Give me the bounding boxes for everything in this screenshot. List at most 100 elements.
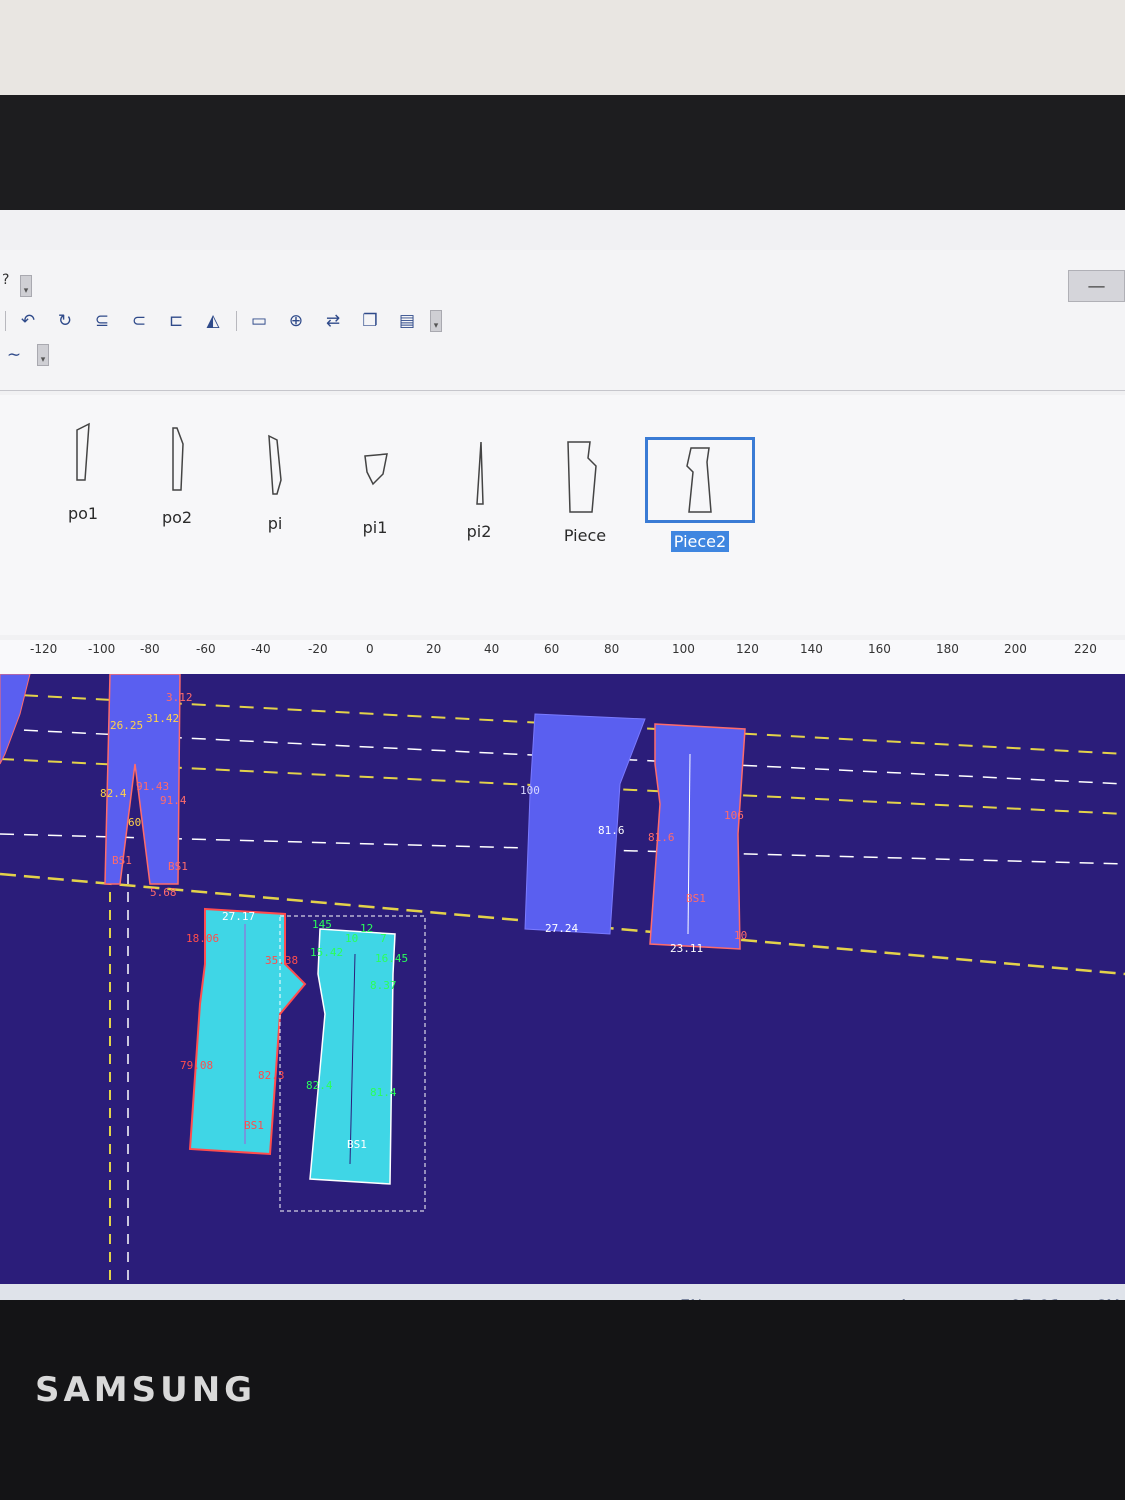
measure-label: BS1 [244,1119,264,1132]
piece-thumbnail [530,437,640,517]
align-left-icon[interactable]: ⊆ [88,308,116,334]
ruler-tick: 60 [544,642,560,656]
ruler-tick: -20 [308,642,328,656]
measure-label: 60 [128,816,141,829]
piece-pi[interactable]: pi [220,425,330,534]
measure-label: 82.3 [258,1069,285,1082]
rotate-cw-icon[interactable]: ↻ [51,308,79,334]
measure-label: 82.4 [306,1079,333,1092]
canvas-drawing: 27.17 18.06 35.38 79.08 82.3 BS1 145 12 … [0,674,1125,1284]
piece-strip: po1 po2 pi pi1 pi2 Piece Piece2 [0,395,1125,635]
measure-label: BS1 [112,854,132,867]
measure-label: 7 [380,932,387,945]
measure-label: 15.42 [310,946,343,959]
swap-icon[interactable]: ⇄ [319,308,347,334]
rotate-ccw-icon[interactable]: ↶ [14,308,42,334]
measure-label: 91.4 [160,794,187,807]
measure-label: 35.38 [265,954,298,967]
ruler-tick: 140 [800,642,823,656]
grade-icon[interactable]: ⊏ [162,308,190,334]
measure-label: 27.17 [222,910,255,923]
pattern-piece [188,907,307,1156]
minimize-button[interactable]: — [1068,270,1125,302]
piece-shape-icon [686,447,712,513]
measure-label: 16.45 [375,952,408,965]
copy-piece-icon[interactable]: ❐ [356,308,384,334]
measure-label: 10 [734,929,747,942]
measure-label: 31.42 [146,712,179,725]
ruler-tick: 20 [426,642,442,656]
toolbar-overflow-button[interactable]: ▾ [20,275,32,297]
ruler-tick: 220 [1074,642,1097,656]
pattern-piece [0,674,31,765]
curve-icon[interactable]: ∼ [0,342,28,368]
piece-label: pi1 [362,518,388,537]
ruler-tick: 0 [366,642,374,656]
piece-shape-icon [172,427,184,491]
measure-label: BS1 [686,892,706,905]
ruler-tick: 160 [868,642,891,656]
measure-label: 81.4 [370,1086,397,1099]
toolbar-row-1: ↶ ↻ ⊆ ⊂ ⊏ ◭ ▭ ⊕ ⇄ ❐ ▤ ▾ [5,308,452,334]
piece-thumbnail [320,429,430,509]
piece-shape-icon [364,453,388,486]
measure-label: 145 [312,918,332,931]
ruler-tick: 100 [672,642,695,656]
toolbar-separator [236,311,237,331]
align-center-icon[interactable]: ⊂ [125,308,153,334]
measure-label: 81.6 [598,824,625,837]
measure-label: BS1 [168,860,188,873]
ruler-tick: -120 [30,642,58,656]
measure-label: 106 [724,809,744,822]
measure-label: 5.68 [150,886,177,899]
piece-pi1[interactable]: pi1 [320,429,430,538]
piece-thumbnail [122,419,232,499]
measure-label: 82.4 [100,787,127,800]
measure-label: 91.43 [136,780,169,793]
piece-label: Piece [563,526,607,545]
menu-partial-label: ? [2,272,10,288]
pattern-piece [524,713,646,935]
rectangle-icon[interactable]: ▭ [245,308,273,334]
piece-shape-icon [476,441,484,505]
measure-label: 8.37 [370,979,397,992]
mirror-icon[interactable]: ◭ [199,308,227,334]
ruler-tick: -40 [251,642,271,656]
piece-piece[interactable]: Piece [530,437,640,546]
paste-piece-icon[interactable]: ▤ [393,308,421,334]
piece-thumbnail [645,437,755,523]
piece-thumbnail [424,433,534,513]
measure-label: 79.08 [180,1059,213,1072]
ruler-tick: 40 [484,642,500,656]
measure-icon[interactable]: ⊕ [282,308,310,334]
measure-label: 26.25 [110,719,143,732]
ruler-tick: -80 [140,642,160,656]
piece-shape-icon [567,441,597,513]
toolbar: — ? ▾ ↶ ↻ ⊆ ⊂ ⊏ ◭ ▭ ⊕ ⇄ ❐ ▤ ▾ ∼ ▾ [0,250,1125,391]
piece-po2[interactable]: po2 [122,419,232,528]
measure-label: BS1 [347,1138,367,1151]
piece-label: pi2 [466,522,492,541]
measure-label: 18.06 [186,932,219,945]
piece-pi2[interactable]: pi2 [424,433,534,542]
measure-label: 3.12 [166,691,193,704]
piece-label: po1 [67,504,99,523]
piece-thumbnail [220,425,330,505]
measure-label: 100 [520,784,540,797]
measure-label: 27.24 [545,922,578,935]
toolbar-row-2: ∼ ▾ [0,342,59,368]
pattern-piece [104,674,181,885]
screen: — ? ▾ ↶ ↻ ⊆ ⊂ ⊏ ◭ ▭ ⊕ ⇄ ❐ ▤ ▾ ∼ ▾ po1 po… [0,210,1125,1330]
piece-piece2[interactable]: Piece2 [645,437,755,552]
ruler-tick: -100 [88,642,116,656]
ruler-tick: 180 [936,642,959,656]
toolbar-overflow-button[interactable]: ▾ [430,310,442,332]
ruler-tick: 200 [1004,642,1027,656]
toolbar-separator [5,311,6,331]
measure-label: 10 [345,932,358,945]
measure-label: 12 [360,922,373,935]
pattern-canvas[interactable]: 27.17 18.06 35.38 79.08 82.3 BS1 145 12 … [0,674,1125,1284]
measure-label: 81.6 [648,831,675,844]
ruler-tick: 80 [604,642,620,656]
toolbar-overflow-button[interactable]: ▾ [37,344,49,366]
